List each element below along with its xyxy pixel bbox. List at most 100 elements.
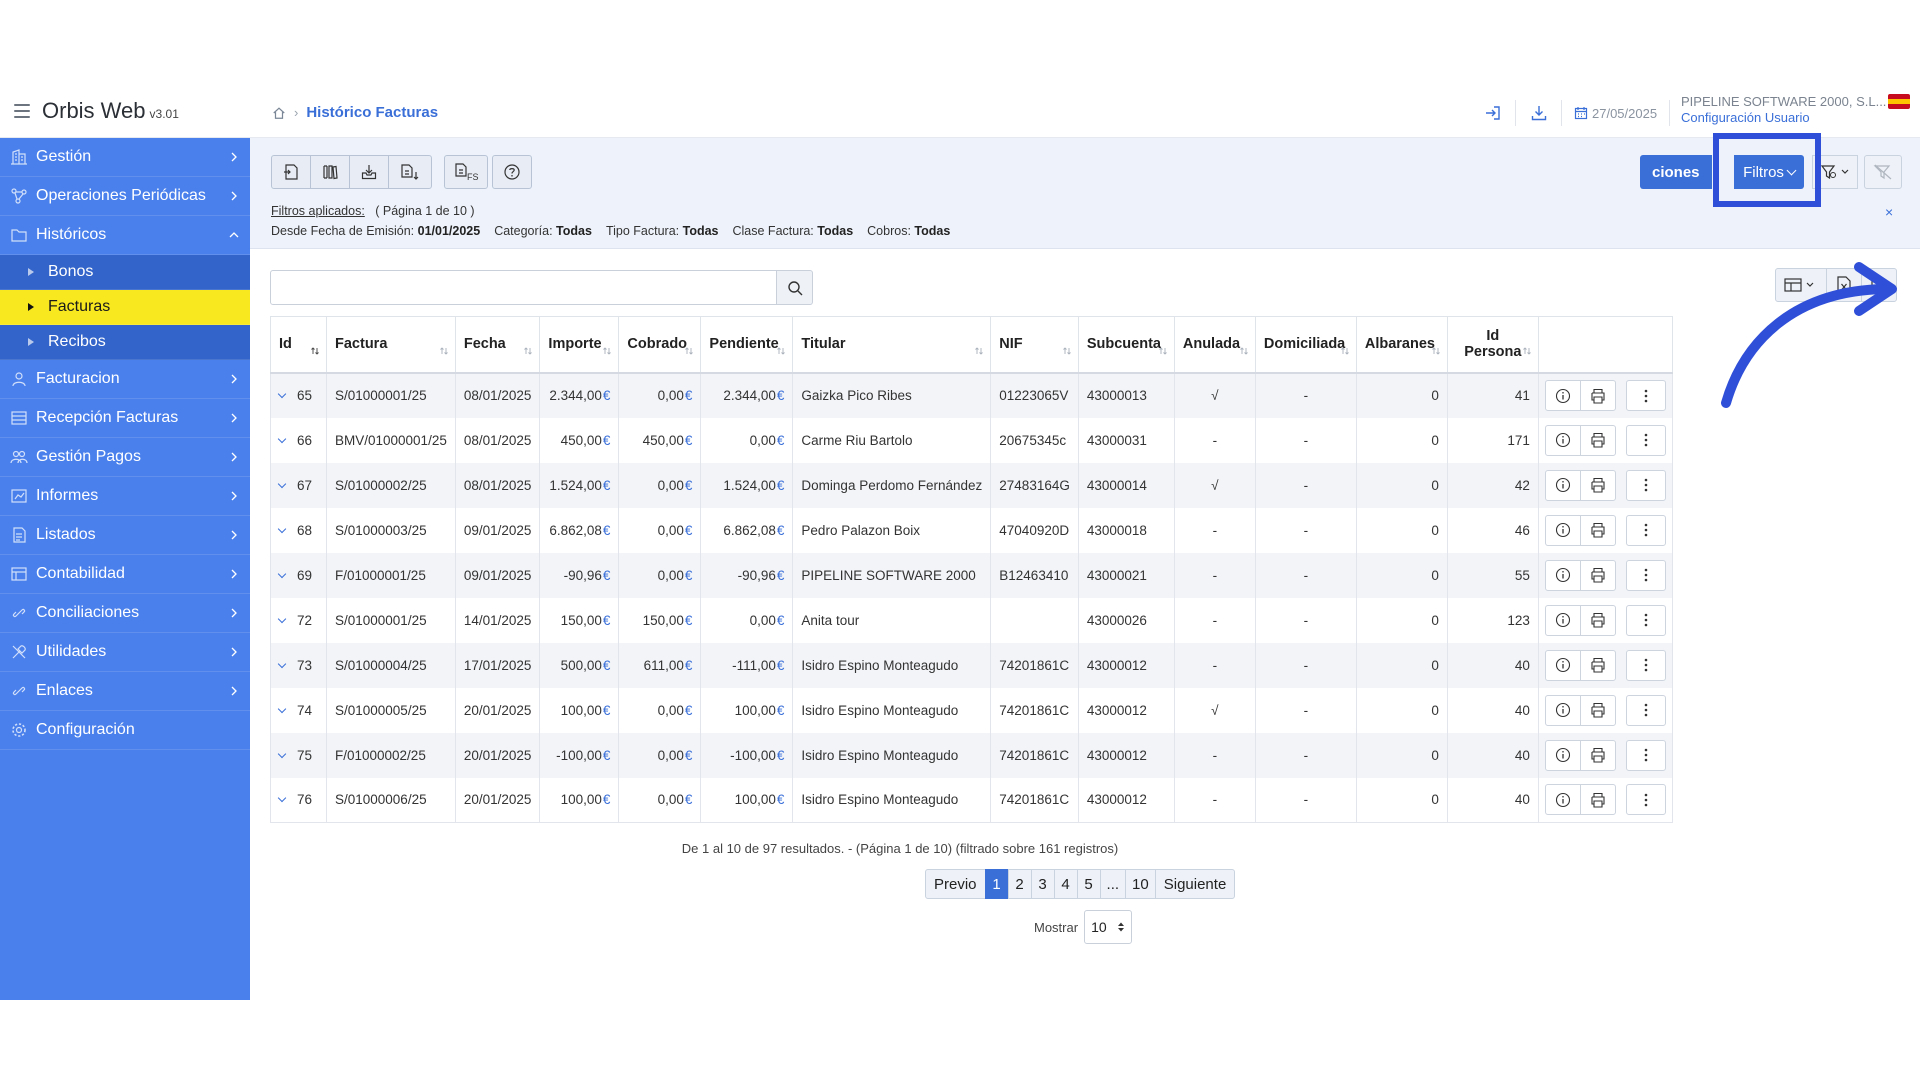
pagination-page-10[interactable]: 10 — [1125, 869, 1156, 899]
expand-row-icon[interactable] — [277, 614, 287, 623]
pagination-page-2[interactable]: 2 — [1007, 869, 1032, 899]
search-input[interactable] — [270, 270, 777, 305]
download-icon[interactable] — [1516, 100, 1562, 126]
download-document-button[interactable] — [388, 155, 432, 189]
info-button[interactable] — [1544, 469, 1581, 501]
column-header-factura[interactable]: Factura — [326, 316, 456, 374]
sidebar-item-gestion-pagos[interactable]: Gestión Pagos — [0, 438, 250, 477]
column-header-nif[interactable]: NIF — [990, 316, 1079, 374]
expand-row-icon[interactable] — [277, 479, 287, 488]
sidebar-subitem-bonos[interactable]: Bonos — [0, 255, 250, 290]
breadcrumb-current[interactable]: Histórico Facturas — [306, 104, 438, 121]
refresh-invoice-button[interactable] — [271, 155, 311, 189]
page-size-select[interactable]: 10 — [1084, 910, 1133, 944]
info-button[interactable] — [1544, 559, 1581, 591]
fs-document-button[interactable]: FS — [444, 155, 488, 189]
books-button[interactable] — [310, 155, 350, 189]
table-row[interactable]: 69 F/01000001/25 09/01/2025 -90,96€ 0,00€ -90… — [270, 552, 1673, 598]
expand-row-icon[interactable] — [277, 794, 287, 803]
expand-row-icon[interactable] — [277, 569, 287, 578]
sidebar-item-enlaces[interactable]: Enlaces — [0, 672, 250, 711]
sidebar-item-conciliaciones[interactable]: Conciliaciones — [0, 594, 250, 633]
pagination-page-1[interactable]: 1 — [984, 869, 1009, 899]
info-button[interactable] — [1544, 739, 1581, 771]
info-button[interactable] — [1544, 604, 1581, 636]
pagination-page-5[interactable]: 5 — [1076, 869, 1101, 899]
pagination-next-button[interactable]: Siguiente — [1154, 869, 1236, 899]
pagination-prev-button[interactable]: Previo — [925, 869, 986, 899]
export-button[interactable] — [349, 155, 389, 189]
table-row[interactable]: 73 S/01000004/25 17/01/2025 500,00€ 611,00€ -… — [270, 642, 1673, 688]
expand-row-icon[interactable] — [277, 749, 287, 758]
column-header-pendiente[interactable]: Pendiente — [700, 316, 794, 374]
opciones-button[interactable]: ciones — [1640, 155, 1712, 189]
print-button[interactable] — [1579, 380, 1616, 411]
table-row[interactable]: 76 S/01000006/25 20/01/2025 100,00€ 0,00€ 100… — [270, 777, 1673, 823]
pagination-page-3[interactable]: 3 — [1030, 869, 1055, 899]
hamburger-menu-icon[interactable] — [14, 104, 30, 118]
home-icon[interactable] — [272, 106, 286, 120]
sidebar-subitem-recibos[interactable]: Recibos — [0, 325, 250, 360]
more-options-button[interactable] — [1625, 694, 1666, 726]
clear-filter-button[interactable] — [1864, 155, 1902, 189]
more-options-button[interactable] — [1625, 649, 1666, 681]
sidebar-item-contabilidad[interactable]: Contabilidad — [0, 555, 250, 594]
info-button[interactable] — [1544, 514, 1581, 546]
print-button[interactable] — [1579, 559, 1616, 591]
print-button[interactable] — [1579, 604, 1616, 636]
export-pdf-button[interactable]: PDF — [1861, 268, 1897, 302]
export-excel-button[interactable] — [1826, 268, 1862, 302]
print-button[interactable] — [1579, 469, 1616, 501]
close-filters-icon[interactable]: × — [1885, 204, 1893, 220]
more-options-button[interactable] — [1625, 380, 1666, 411]
table-row[interactable]: 74 S/01000005/25 20/01/2025 100,00€ 0,00€ 100… — [270, 687, 1673, 733]
column-header-importe[interactable]: Importe — [539, 316, 620, 374]
print-button[interactable] — [1579, 424, 1616, 456]
sidebar-item-listados[interactable]: Listados — [0, 516, 250, 555]
info-button[interactable] — [1544, 424, 1581, 456]
more-options-button[interactable] — [1625, 739, 1666, 771]
table-row[interactable]: 72 S/01000001/25 14/01/2025 150,00€ 150,00€ 0… — [270, 597, 1673, 643]
help-button[interactable] — [492, 155, 532, 189]
more-options-button[interactable] — [1625, 784, 1666, 816]
print-button[interactable] — [1579, 694, 1616, 726]
print-button[interactable] — [1579, 784, 1616, 816]
filter-settings-button[interactable] — [1812, 155, 1858, 189]
table-row[interactable]: 65 S/01000001/25 08/01/2025 2.344,00€ 0,00€ 2… — [270, 372, 1673, 418]
sidebar-item-recepcion-facturas[interactable]: Recepción Facturas — [0, 399, 250, 438]
sidebar-item-configuracion[interactable]: Configuración — [0, 711, 250, 750]
more-options-button[interactable] — [1625, 559, 1666, 591]
filtros-button[interactable]: Filtros — [1734, 155, 1804, 189]
header-date[interactable]: 27/05/2025 — [1562, 100, 1671, 126]
column-header-domiciliada[interactable]: Domiciliada — [1255, 316, 1357, 374]
more-options-button[interactable] — [1625, 514, 1666, 546]
search-button[interactable] — [777, 270, 813, 305]
column-header-anulada[interactable]: Anulada — [1174, 316, 1256, 374]
sidebar-item-informes[interactable]: Informes — [0, 477, 250, 516]
columns-button[interactable] — [1775, 268, 1827, 302]
sidebar-item-historicos[interactable]: Históricos — [0, 216, 250, 255]
table-row[interactable]: 66 BMV/01000001/25 08/01/2025 450,00€ 450,00… — [270, 417, 1673, 463]
column-header-albaranes[interactable]: Albaranes — [1356, 316, 1448, 374]
expand-row-icon[interactable] — [277, 389, 287, 399]
applied-filters-label[interactable]: Filtros aplicados: — [271, 204, 365, 218]
column-header-subcuenta[interactable]: Subcuenta — [1078, 316, 1175, 374]
pagination-page-4[interactable]: 4 — [1053, 869, 1078, 899]
more-options-button[interactable] — [1625, 604, 1666, 636]
sidebar-subitem-facturas[interactable]: Facturas — [0, 290, 250, 325]
info-button[interactable] — [1544, 694, 1581, 726]
print-button[interactable] — [1579, 514, 1616, 546]
expand-row-icon[interactable] — [277, 434, 287, 443]
more-options-button[interactable] — [1625, 469, 1666, 501]
table-row[interactable]: 68 S/01000003/25 09/01/2025 6.862,08€ 0,00€ 6… — [270, 507, 1673, 553]
login-icon[interactable] — [1470, 100, 1516, 126]
info-button[interactable] — [1544, 649, 1581, 681]
sidebar-item-utilidades[interactable]: Utilidades — [0, 633, 250, 672]
spain-flag-icon[interactable] — [1888, 94, 1910, 109]
print-button[interactable] — [1579, 739, 1616, 771]
sidebar-item-facturacion[interactable]: Facturacion — [0, 360, 250, 399]
column-header-fecha[interactable]: Fecha — [455, 316, 541, 374]
column-header-id-persona[interactable]: Id Persona — [1447, 316, 1539, 374]
expand-row-icon[interactable] — [277, 704, 287, 713]
print-button[interactable] — [1579, 649, 1616, 681]
